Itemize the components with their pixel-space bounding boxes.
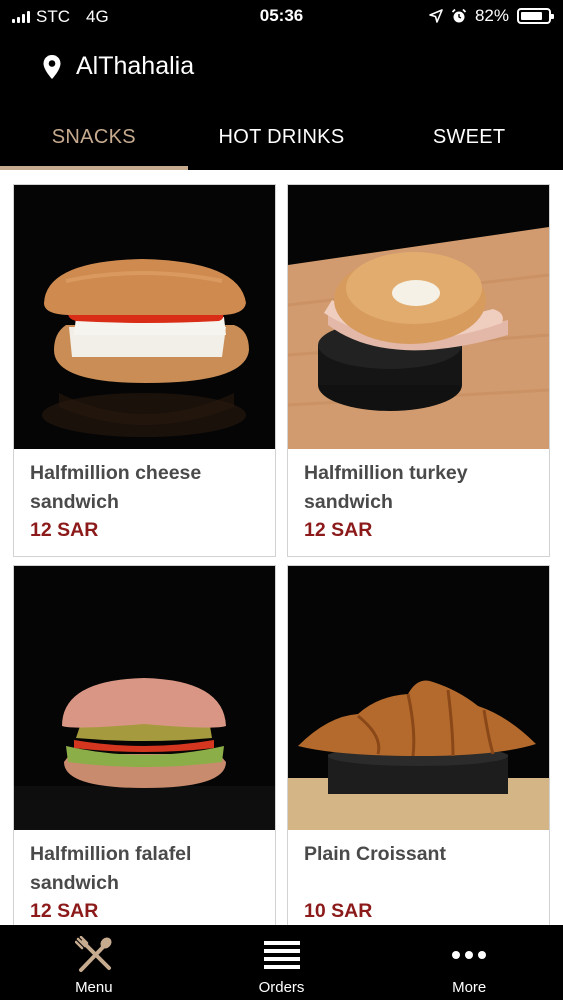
status-bar: STC 4G 05:36 82% (0, 0, 563, 34)
product-name: Halfmillion falafel sandwich (30, 843, 192, 894)
battery-percent: 82% (474, 6, 509, 25)
product-card[interactable]: Halfmillion turkey sandwich 12 SAR (287, 184, 550, 557)
alarm-icon (451, 8, 467, 23)
battery-icon (517, 8, 554, 24)
product-grid: Halfmillion cheese sandwich 12 SAR Halfm… (0, 170, 563, 925)
product-name: Halfmillion turkey sandwich (304, 462, 468, 513)
nav-menu-label: Menu (75, 979, 113, 996)
product-price: 12 SAR (30, 900, 99, 922)
location-arrow-icon (429, 9, 443, 23)
nav-orders-label: Orders (258, 979, 305, 996)
product-price: 12 SAR (304, 519, 373, 541)
bottom-nav: Menu Orders More (0, 925, 563, 1000)
nav-orders[interactable]: Orders (188, 925, 376, 1000)
location-name: AlThahalia (76, 52, 195, 80)
nav-more[interactable]: More (375, 925, 563, 1000)
product-name: Halfmillion cheese sandwich (30, 462, 202, 513)
nav-menu[interactable]: Menu (0, 925, 188, 1000)
location-header: AlThahalia (0, 34, 563, 104)
product-price: 12 SAR (30, 519, 99, 541)
location-selector[interactable]: AlThahalia (42, 52, 194, 81)
product-image (288, 566, 549, 830)
category-tabs: SNACKS HOT DRINKS SWEET (0, 104, 563, 170)
nav-more-label: More (452, 979, 487, 996)
tab-snacks[interactable]: SNACKS (0, 104, 188, 170)
list-lines-icon (263, 941, 300, 969)
product-name: Plain Croissant (304, 843, 446, 865)
product-card[interactable]: Plain Croissant 10 SAR (287, 565, 550, 925)
status-right: 82% (429, 6, 554, 26)
product-price: 10 SAR (304, 900, 373, 922)
product-image (14, 185, 275, 449)
more-dots-icon (452, 951, 487, 959)
tab-hot-drinks[interactable]: HOT DRINKS (188, 104, 376, 170)
product-card[interactable]: Halfmillion falafel sandwich 12 SAR (13, 565, 276, 925)
location-pin-icon (43, 54, 61, 79)
product-card[interactable]: Halfmillion cheese sandwich 12 SAR (13, 184, 276, 557)
product-image (288, 185, 549, 449)
tab-sweet[interactable]: SWEET (375, 104, 563, 170)
product-image (14, 566, 275, 830)
fork-spoon-icon (74, 936, 112, 972)
